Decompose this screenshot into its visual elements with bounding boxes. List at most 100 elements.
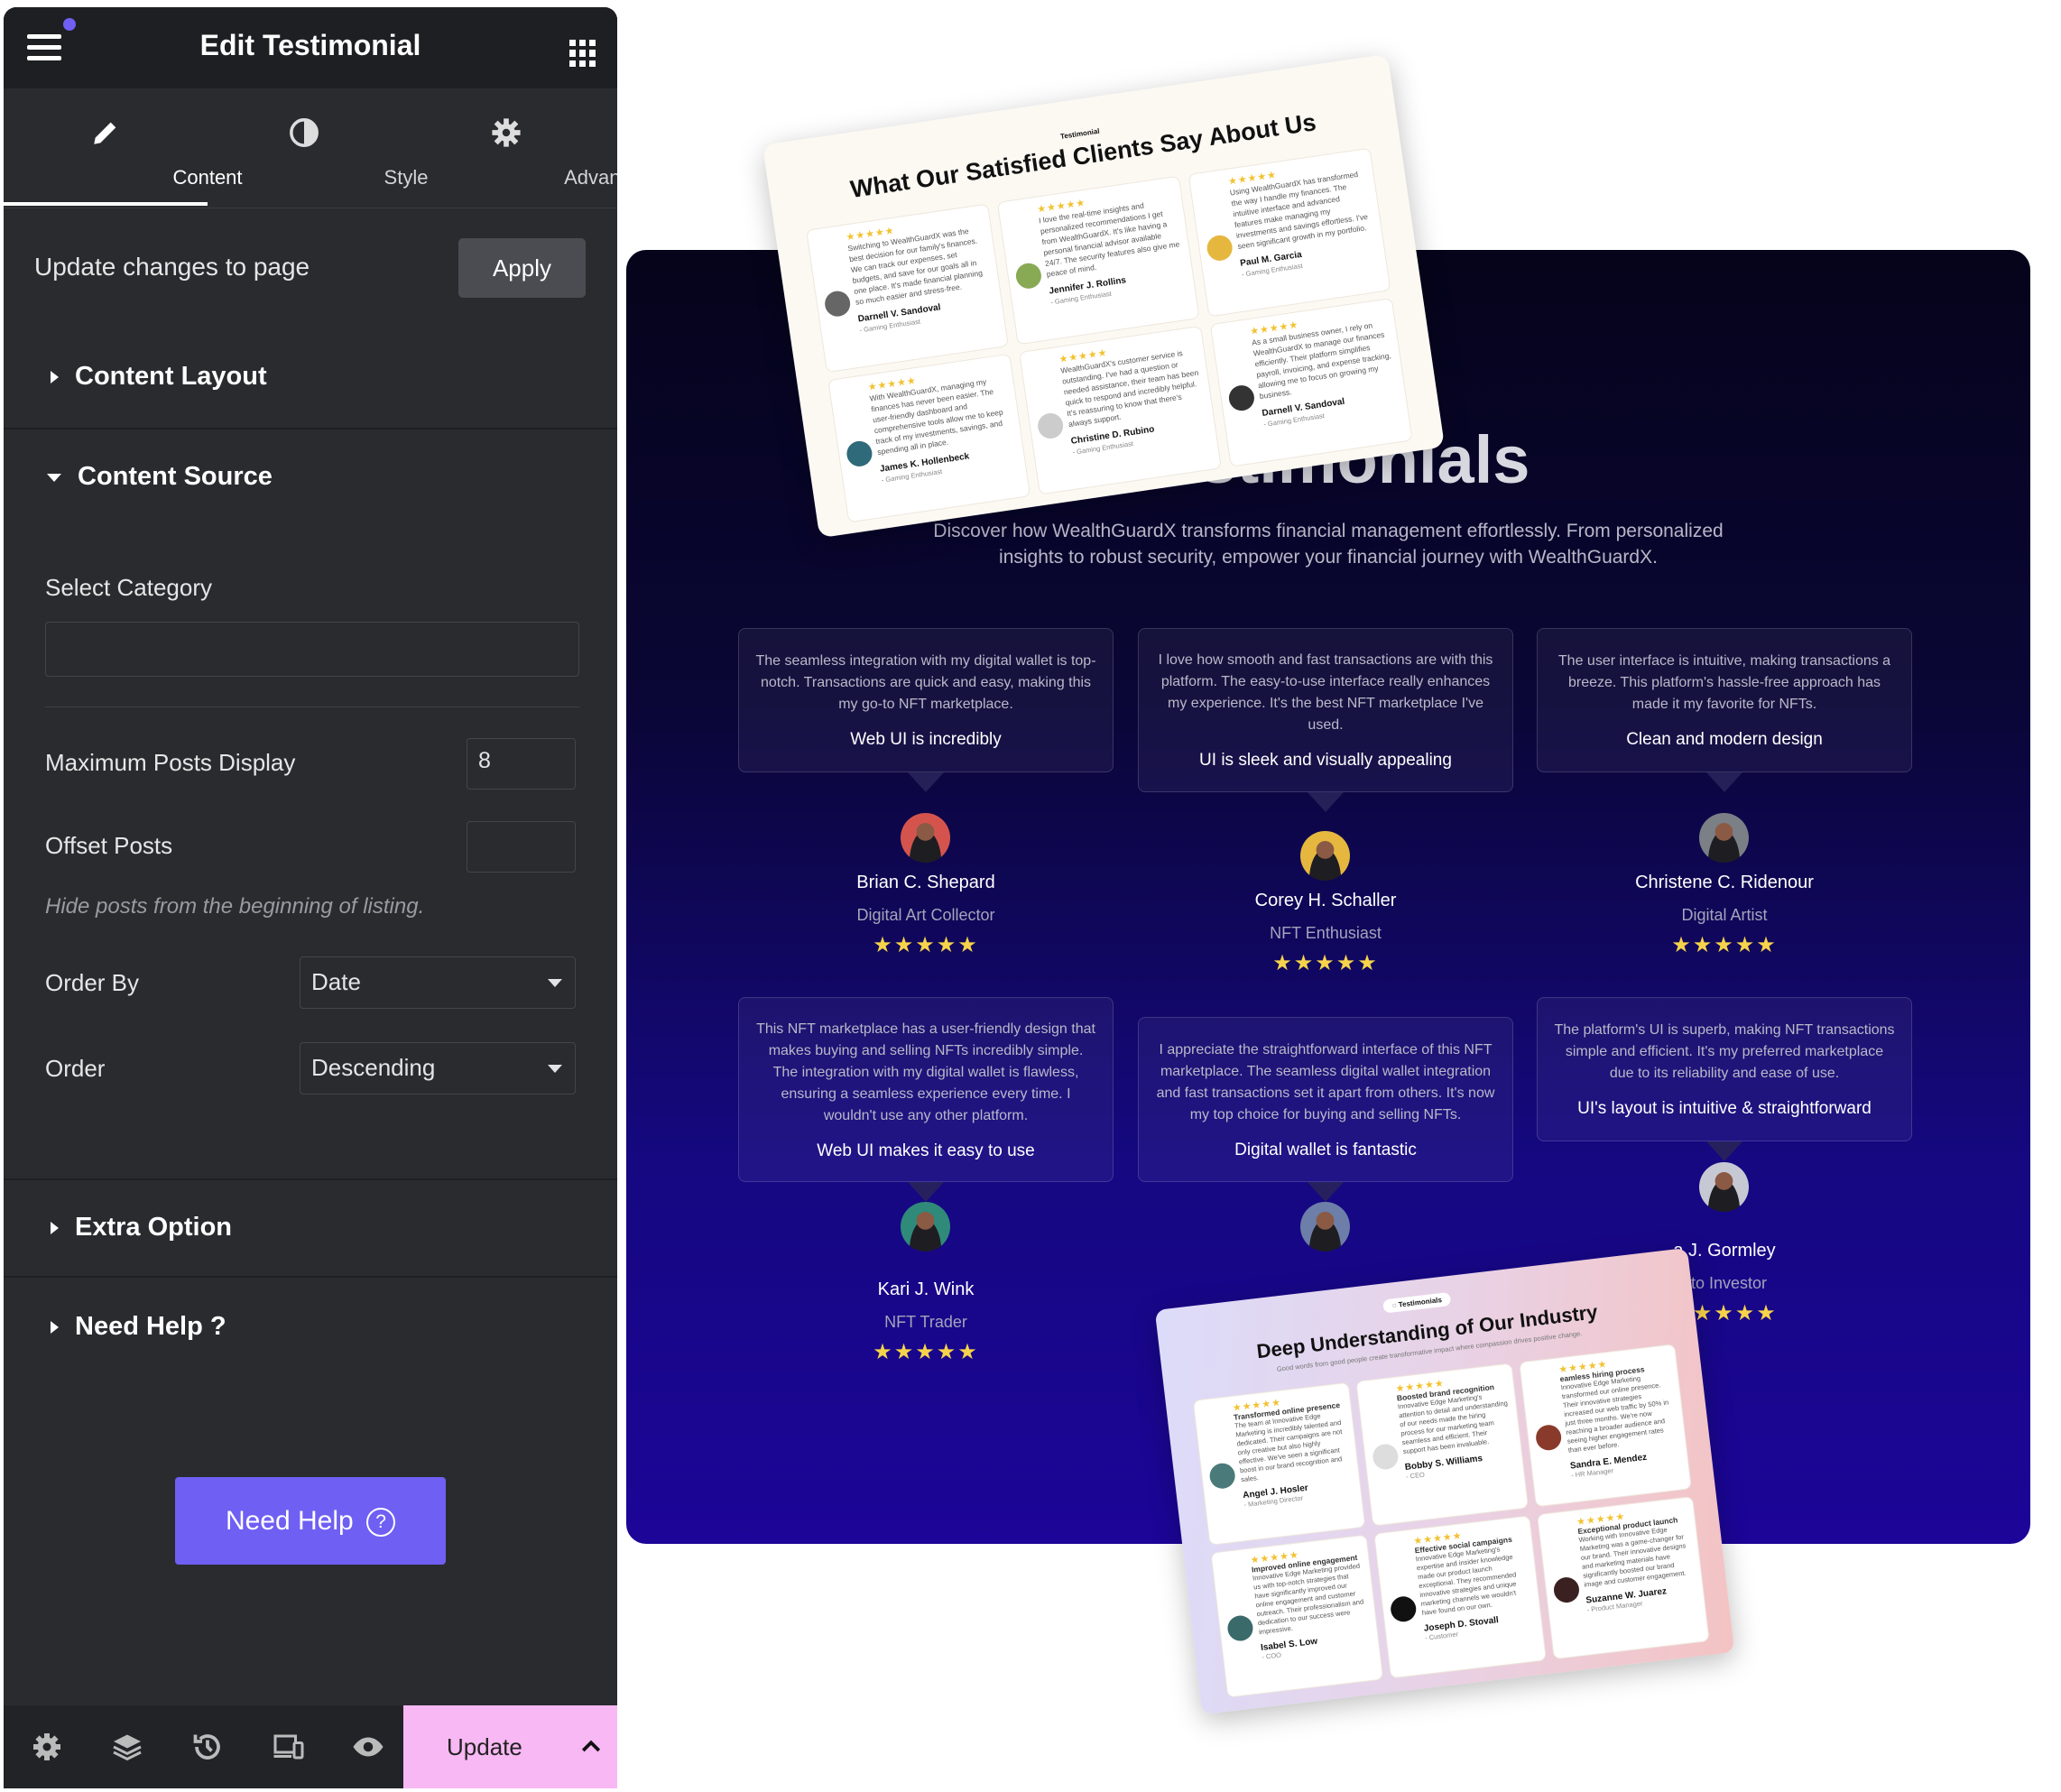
mini-testimonial-card: ★★★★★ Improved online engagement Innovat…: [1210, 1534, 1384, 1698]
mini-testimonial-card: ★★★★★ Transformed online presence The te…: [1192, 1381, 1366, 1546]
testimonial-card: The platform's UI is superb, making NFT …: [1537, 997, 1912, 1141]
avatar: [1014, 261, 1043, 291]
caret-right-icon: [51, 1321, 59, 1335]
divider: [4, 1178, 617, 1180]
overlay-pill: ◌ Testimonials: [1382, 1291, 1452, 1314]
tab-style[interactable]: Style: [202, 88, 428, 206]
caret-right-icon: [51, 371, 59, 384]
section-extra-option[interactable]: Extra Option: [51, 1213, 232, 1242]
pill-label: Testimonials: [1398, 1296, 1443, 1309]
author-name: Corey H. Schaller: [1254, 891, 1397, 910]
testimonial-quote: This NFT marketplace has a user-friendly…: [756, 1021, 1095, 1123]
selected-value: Descending: [311, 1054, 436, 1081]
order-by-select[interactable]: Date: [300, 956, 576, 1009]
rating-stars-icon: ★★★★★: [1272, 951, 1379, 975]
tab-content[interactable]: Content: [4, 88, 243, 206]
avatar: [1300, 831, 1350, 881]
mini-text: The team at Innovative Edge Marketing is…: [1234, 1411, 1343, 1484]
testimonial-title: Web UI is incredibly: [850, 730, 1002, 749]
testimonial-quote: The platform's UI is superb, making NFT …: [1554, 1022, 1895, 1081]
tab-advanced[interactable]: Advanced: [404, 88, 617, 206]
selected-value: Date: [311, 968, 361, 995]
author-role: NFT Enthusiast: [1270, 924, 1382, 942]
testimonial-card: I appreciate the straightforward interfa…: [1138, 1017, 1513, 1182]
avatar: [1389, 1594, 1418, 1623]
preview-eye-icon[interactable]: [352, 1731, 384, 1763]
author-role: Digital Artist: [1681, 906, 1768, 924]
avatar: [1208, 1462, 1237, 1491]
mini-text: Innovative Edge Marketing transformed ou…: [1560, 1373, 1669, 1455]
rating-stars-icon: ★★★★★: [873, 1340, 979, 1364]
divider: [4, 1276, 617, 1278]
avatar: [1036, 411, 1066, 440]
caret-right-icon: [51, 1222, 59, 1235]
testimonial-title: Digital wallet is fantastic: [1234, 1140, 1417, 1159]
author-role: Digital Art Collector: [856, 906, 995, 924]
speech-tail-icon: [908, 1182, 944, 1202]
offset-hint: Hide posts from the beginning of listing…: [45, 894, 425, 919]
testimonial-quote: I love how smooth and fast transactions …: [1158, 652, 1493, 733]
section-need-help[interactable]: Need Help ?: [51, 1312, 226, 1342]
avatar: [1699, 813, 1749, 863]
author-role: NFT Trader: [884, 1313, 967, 1331]
layers-icon[interactable]: [111, 1731, 143, 1763]
widgets-grid-icon[interactable]: [569, 40, 596, 67]
speech-tail-icon: [908, 772, 944, 792]
mini-text: Working with Innovative Edge Marketing w…: [1578, 1525, 1687, 1589]
section-content-layout[interactable]: Content Layout: [51, 362, 267, 392]
order-select[interactable]: Descending: [300, 1042, 576, 1095]
avatar: [1300, 1202, 1350, 1252]
mini-testimonial-card: ★★★★★ Switching to WealthGuardX was the …: [805, 203, 1009, 374]
section-subtitle-line2: insights to robust security, empower you…: [999, 547, 1658, 568]
speech-tail-icon: [1706, 772, 1742, 792]
help-circle-icon: ?: [366, 1508, 396, 1538]
mini-testimonial-card: ★★★★★ Exceptional product launch Working…: [1536, 1496, 1710, 1660]
mini-testimonial-card: ★★★★★ WealthGuardX's customer service is…: [1018, 325, 1222, 495]
need-help-button[interactable]: Need Help ?: [175, 1477, 446, 1565]
offset-posts-input[interactable]: [467, 821, 576, 873]
testimonial-card: The seamless integration with my digital…: [738, 628, 1114, 772]
pencil-icon: [94, 122, 116, 144]
divider: [4, 428, 617, 430]
mini-testimonial-card: ★★★★★ With WealthGuardX, managing my fin…: [827, 353, 1031, 523]
avatar: [1699, 1162, 1749, 1212]
speech-tail-icon: [1308, 1182, 1344, 1202]
responsive-mode-icon[interactable]: [273, 1731, 305, 1763]
avatar: [901, 1202, 950, 1252]
bottom-toolbar: Update: [4, 1705, 617, 1788]
update-changes-label: Update changes to page: [34, 253, 310, 281]
history-icon[interactable]: [191, 1731, 224, 1763]
testimonial-quote: The seamless integration with my digital…: [755, 653, 1096, 712]
mini-testimonial-card: ★★★★★ eamless hiring process Innovative …: [1519, 1344, 1692, 1508]
speech-tail-icon: [1706, 1141, 1742, 1161]
testimonial-title: UI's layout is intuitive & straightforwa…: [1577, 1099, 1872, 1118]
max-posts-input[interactable]: 8: [467, 738, 576, 790]
avatar: [1205, 234, 1234, 263]
section-title: Content Source: [78, 462, 273, 491]
order-by-label: Order By: [45, 969, 140, 996]
button-label: Update: [447, 1733, 522, 1760]
button-label: Need Help: [225, 1506, 354, 1536]
mini-testimonial-card: ★★★★★ I love the real-time insights and …: [996, 175, 1200, 346]
testimonial-card: This NFT marketplace has a user-friendly…: [738, 997, 1114, 1182]
section-content-source[interactable]: Content Source: [47, 462, 273, 492]
rating-stars-icon: ★★★★★: [1671, 933, 1778, 957]
testimonial-card: The user interface is intuitive, making …: [1537, 628, 1912, 772]
panel-header: Edit Testimonial: [4, 7, 617, 88]
settings-gear-icon[interactable]: [31, 1731, 63, 1763]
mini-text: Innovative Edge Marketing's attention to…: [1397, 1392, 1509, 1456]
update-button[interactable]: Update: [403, 1705, 617, 1788]
apply-button[interactable]: Apply: [458, 238, 586, 298]
rating-stars-icon: ★★★★★: [873, 933, 979, 957]
avatar: [1534, 1423, 1563, 1452]
select-category-input[interactable]: [45, 622, 579, 677]
section-title: Content Layout: [75, 362, 267, 391]
testimonial-layout-preview-bottom: ◌ Testimonials Deep Understanding of Our…: [1154, 1247, 1735, 1715]
chevron-up-icon[interactable]: [578, 1732, 605, 1760]
testimonial-title: Clean and modern design: [1626, 730, 1823, 749]
editor-panel: Edit Testimonial Content Style Advanced …: [4, 7, 617, 1788]
avatar: [901, 813, 950, 863]
gear-icon: [492, 118, 521, 147]
caret-down-icon: [47, 473, 61, 482]
mini-testimonial-card: ★★★★★ As a small business owner, I rely …: [1209, 297, 1413, 467]
